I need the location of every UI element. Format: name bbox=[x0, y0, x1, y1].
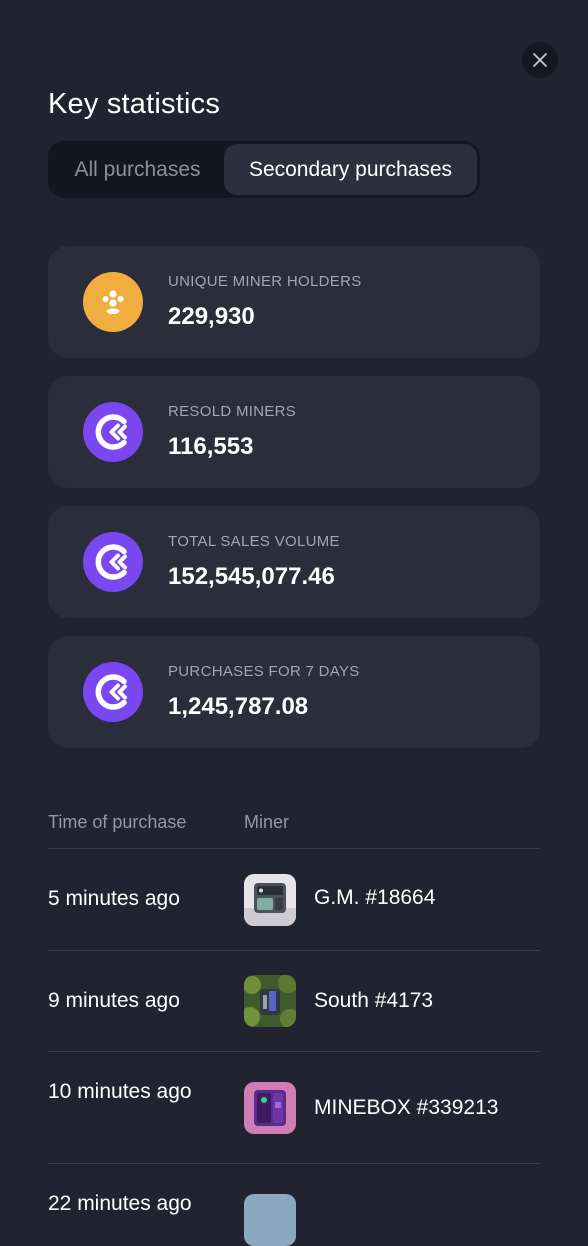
stat-card-purchases-7-days: PURCHASES FOR 7 DAYS 1,245,787.08 bbox=[48, 636, 540, 748]
table-row[interactable]: 5 minutes ago G.M. #18664 bbox=[48, 848, 540, 950]
purchase-time: 10 minutes ago bbox=[48, 1080, 192, 1103]
stat-value: 1,245,787.08 bbox=[168, 693, 309, 720]
stat-card-unique-holders: UNIQUE MINER HOLDERS 229,930 bbox=[48, 246, 540, 358]
tab-all-purchases[interactable]: All purchases bbox=[51, 144, 224, 195]
tab-secondary-purchases[interactable]: Secondary purchases bbox=[224, 144, 477, 195]
stat-value: 229,930 bbox=[168, 303, 255, 330]
stat-label: PURCHASES FOR 7 DAYS bbox=[168, 663, 360, 680]
stat-label: TOTAL SALES VOLUME bbox=[168, 533, 340, 550]
column-header-miner: Miner bbox=[244, 812, 290, 832]
stat-card-total-sales-volume: TOTAL SALES VOLUME 152,545,077.46 bbox=[48, 506, 540, 618]
miner-thumbnail bbox=[244, 874, 296, 926]
miner-name: South #4173 bbox=[314, 989, 434, 1012]
rlt-coin-icon bbox=[83, 532, 143, 592]
close-icon bbox=[533, 53, 547, 67]
users-icon bbox=[83, 272, 143, 332]
stat-value: 152,545,077.46 bbox=[168, 563, 335, 590]
stat-card-resold-miners: RESOLD MINERS 116,553 bbox=[48, 376, 540, 488]
table-row[interactable]: 10 minutes ago MINEBOX #339213 bbox=[48, 1051, 540, 1164]
page-title: Key statistics bbox=[48, 88, 221, 120]
table-row[interactable]: 22 minutes ago bbox=[48, 1163, 540, 1246]
miner-name: MINEBOX #339213 bbox=[314, 1096, 499, 1119]
rlt-coin-icon bbox=[83, 402, 143, 462]
miner-name: G.M. #18664 bbox=[314, 886, 436, 909]
stat-label: UNIQUE MINER HOLDERS bbox=[168, 273, 362, 290]
table-row[interactable]: 9 minutes ago South #4173 bbox=[48, 950, 540, 1052]
purchase-type-tabs: All purchases Secondary purchases bbox=[48, 141, 480, 198]
purchases-table-header: Time of purchase Miner bbox=[48, 810, 540, 848]
miner-thumbnail bbox=[244, 975, 296, 1027]
purchase-time: 22 minutes ago bbox=[48, 1192, 192, 1215]
miner-thumbnail bbox=[244, 1082, 296, 1134]
stat-value: 116,553 bbox=[168, 433, 254, 460]
purchase-time: 9 minutes ago bbox=[48, 989, 180, 1012]
column-header-time: Time of purchase bbox=[48, 812, 187, 832]
stat-label: RESOLD MINERS bbox=[168, 403, 297, 420]
close-button[interactable] bbox=[522, 42, 558, 78]
miner-thumbnail bbox=[244, 1194, 296, 1246]
purchase-time: 5 minutes ago bbox=[48, 887, 180, 910]
rlt-coin-icon bbox=[83, 662, 143, 722]
